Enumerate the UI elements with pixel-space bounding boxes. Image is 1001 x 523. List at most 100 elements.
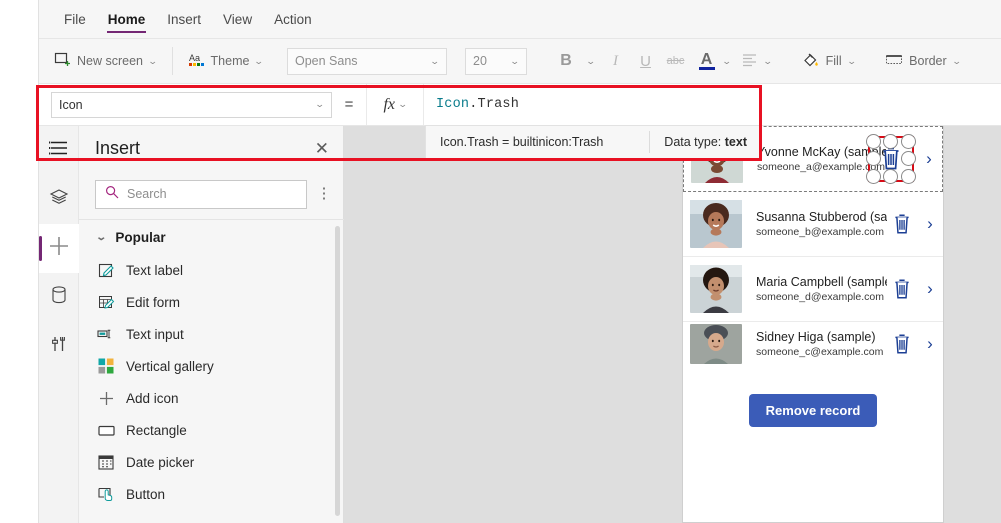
insert-panel-scrollbar[interactable] (335, 226, 340, 516)
font-color-button[interactable]: A ⌄ (691, 49, 737, 74)
insert-item-label: Date picker (126, 454, 195, 470)
remove-record-button[interactable]: Remove record (748, 393, 878, 427)
trash-icon[interactable] (887, 333, 917, 355)
ribbon-group-format: B ⌄ I U abc A ⌄ ⌄ (536, 39, 787, 84)
text-input-icon (97, 325, 115, 343)
insert-item-label: Rectangle (126, 422, 187, 438)
chevron-right-icon[interactable]: › (917, 334, 943, 354)
database-icon (50, 285, 68, 310)
bold-label: B (560, 52, 572, 69)
menu-item-view[interactable]: View (212, 0, 263, 39)
fill-icon (802, 51, 820, 72)
insert-group-popular[interactable]: ⌄ Popular (79, 220, 344, 254)
insert-item-button[interactable]: Button (79, 478, 344, 510)
resize-handle-w[interactable] (866, 151, 881, 166)
insert-item-vertical-gallery[interactable]: Vertical gallery (79, 350, 344, 382)
font-size-select[interactable]: 20 ⌄ (465, 47, 527, 75)
insert-item-rectangle[interactable]: Rectangle (79, 414, 344, 446)
resize-handle-nw[interactable] (866, 134, 881, 149)
gallery-item[interactable]: Maria Campbell (sample) someone_d@exampl… (683, 257, 943, 322)
ribbon-group-size: 20 ⌄ (456, 39, 536, 84)
close-icon[interactable]: ✕ (315, 140, 329, 157)
italic-button[interactable]: I (601, 53, 631, 70)
canvas-area: Yvonne McKay (sample) someone_a@example.… (344, 126, 1001, 523)
font-family-select[interactable]: Open Sans ⌄ (287, 47, 447, 75)
bold-button[interactable]: B ⌄ (545, 48, 601, 74)
chevron-down-icon: ⌄ (721, 55, 732, 66)
insert-item-text-label[interactable]: Text label (79, 254, 344, 286)
resize-handle-n[interactable] (883, 134, 898, 149)
fill-button[interactable]: Fill ⌄ (796, 47, 862, 76)
insert-item-date-picker[interactable]: Date picker (79, 446, 344, 478)
ribbon-group-theme: Aa Theme ⌄ (173, 39, 278, 84)
formula-member: Trash (477, 97, 520, 112)
insert-group-label: Popular (115, 229, 166, 245)
add-icon (48, 235, 70, 262)
insert-item-edit-form[interactable]: Edit form (79, 286, 344, 318)
font-color-letter: A (700, 50, 713, 68)
chevron-down-icon: ⌄ (397, 99, 408, 109)
chevron-right-icon[interactable]: › (917, 214, 943, 234)
align-button[interactable]: ⌄ (736, 49, 778, 74)
gallery-item[interactable]: Sidney Higa (sample) someone_c@example.c… (683, 322, 943, 366)
gallery-item-name: Susanna Stubberod (sample) (756, 210, 887, 224)
menu-item-home[interactable]: Home (97, 0, 157, 39)
search-input[interactable]: Search (95, 179, 307, 209)
screenshot-root: File Home Insert View Action New screen … (0, 0, 1001, 523)
resize-handle-sw[interactable] (866, 169, 881, 184)
new-screen-button[interactable]: New screen ⌄ (48, 47, 163, 75)
tooltip-signature: Icon.Trash = builtinicon:Trash (440, 135, 604, 149)
border-button[interactable]: Border ⌄ (879, 49, 966, 74)
insert-panel-search-row: Search ⋮ (79, 170, 343, 218)
trash-icon[interactable] (887, 213, 917, 235)
menu-item-file[interactable]: File (53, 0, 97, 39)
tools-icon (50, 334, 68, 359)
avatar (690, 265, 742, 313)
rail-item-data[interactable] (39, 273, 79, 322)
ribbon-group-fill: Fill ⌄ (787, 39, 871, 84)
insert-item-text-input[interactable]: Text input (79, 318, 344, 350)
app-window: File Home Insert View Action New screen … (38, 0, 1001, 523)
strikethrough-button[interactable]: abc (661, 55, 691, 67)
resize-handle-se[interactable] (901, 169, 916, 184)
border-label: Border (909, 54, 947, 68)
selected-trash-icon-adorner[interactable] (866, 134, 916, 184)
more-options-icon[interactable]: ⋮ (315, 186, 333, 201)
resize-handle-s[interactable] (883, 169, 898, 184)
chevron-down-icon: ⌄ (585, 55, 596, 66)
theme-button[interactable]: Aa Theme ⌄ (182, 47, 269, 75)
gallery-item-text: Sidney Higa (sample) someone_c@example.c… (742, 330, 887, 358)
menu-item-action[interactable]: Action (263, 0, 323, 39)
resize-handle-e[interactable] (901, 151, 916, 166)
underline-button[interactable]: U (631, 53, 661, 70)
chevron-right-icon[interactable]: › (917, 279, 943, 299)
fx-button[interactable]: fx ⌄ (366, 84, 424, 125)
chevron-down-icon: ⌄ (254, 55, 265, 66)
insert-item-add-icon[interactable]: Add icon (79, 382, 344, 414)
insert-item-label: Button (126, 486, 166, 502)
rectangle-icon (97, 421, 115, 439)
chevron-down-icon: ⌄ (430, 55, 441, 66)
rail-item-insert[interactable] (39, 224, 79, 273)
insert-panel-body: ⌄ Popular Text label Edit form Text inpu… (79, 219, 344, 523)
insert-item-label: Text input (126, 326, 184, 342)
gallery-item[interactable]: Susanna Stubberod (sample) someone_b@exa… (683, 192, 943, 257)
avatar (690, 324, 742, 364)
insert-item-label: Add icon (126, 390, 179, 406)
property-select[interactable]: Icon ⌄ (51, 91, 332, 118)
chevron-right-icon[interactable]: › (916, 149, 942, 169)
ribbon-group-border: Border ⌄ (870, 39, 975, 84)
resize-handle-ne[interactable] (901, 134, 916, 149)
rail-item-tree-view[interactable] (39, 175, 79, 224)
svg-text:Aa: Aa (189, 53, 200, 63)
menu-item-insert[interactable]: Insert (156, 0, 212, 39)
trash-icon[interactable] (887, 278, 917, 300)
equals-sign: = (344, 96, 354, 113)
formula-input[interactable]: Icon.Trash (424, 97, 1001, 112)
gallery-item-text: Yvonne McKay (sample) someone_a@example.… (743, 145, 886, 173)
property-value: Icon (59, 97, 83, 112)
date-picker-icon (97, 453, 115, 471)
rail-item-menu[interactable] (39, 126, 79, 175)
rail-item-tools[interactable] (39, 322, 79, 371)
gallery-item-name: Maria Campbell (sample) (756, 275, 887, 289)
